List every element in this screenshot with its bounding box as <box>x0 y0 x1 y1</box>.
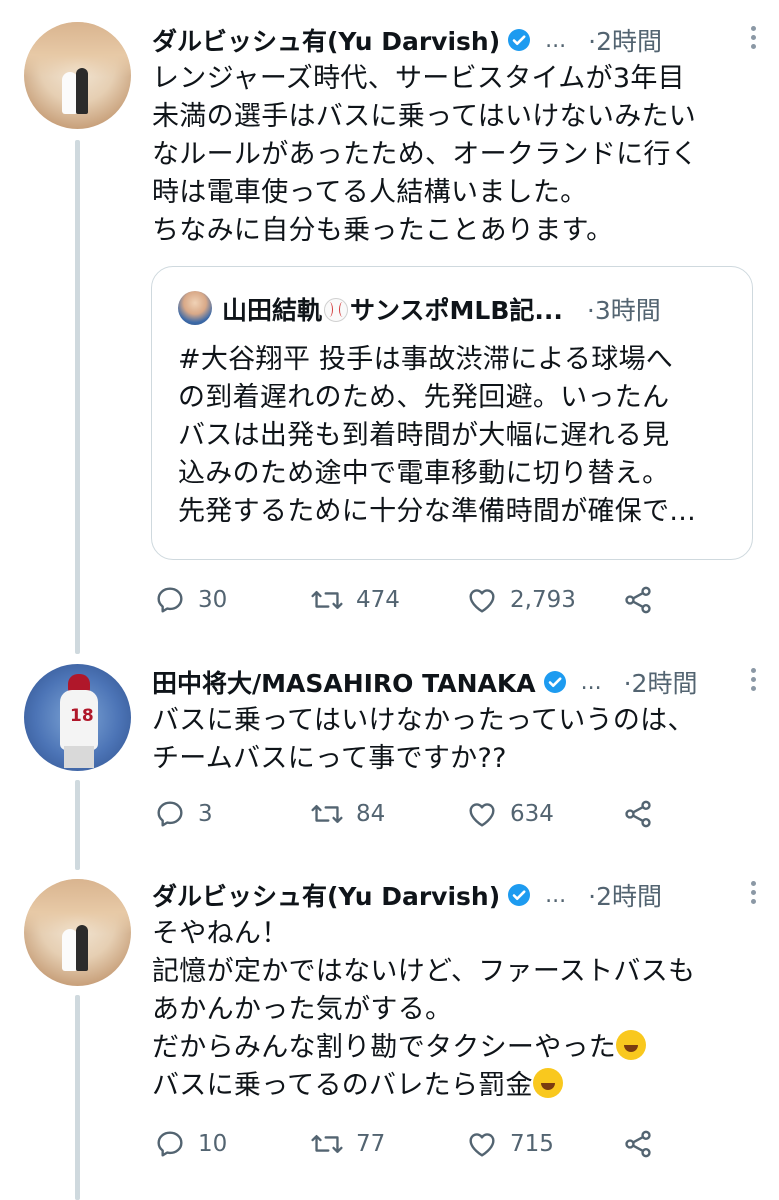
share-icon <box>622 584 654 616</box>
text-span: だからみんな割り勘でタクシーやった <box>152 1032 617 1063</box>
retweet-button[interactable]: 474 <box>310 584 400 616</box>
jersey-number: 18 <box>70 706 94 726</box>
avatar[interactable]: 18 <box>24 664 131 771</box>
timestamp[interactable]: ·2時間 <box>624 664 698 700</box>
like-button[interactable]: 2,793 <box>466 584 576 616</box>
like-button[interactable]: 634 <box>466 798 554 830</box>
heart-icon <box>466 798 498 830</box>
reply-button[interactable]: 10 <box>154 1128 227 1160</box>
baseball-icon <box>324 298 349 322</box>
text-line: バスに乗ってはいけなかったっていうのは、 <box>152 705 695 736</box>
quoted-header: 山田結軌 サンスポMLB記... ·3時間 <box>222 289 661 329</box>
reply-count: 3 <box>198 801 213 827</box>
tweet-text: そやねん！ 記憶が定かではないけど、ファーストバスも あかんかった気がする。 だ… <box>152 915 752 1105</box>
reply-count: 30 <box>198 587 228 613</box>
display-name[interactable]: 田中将大/MASAHIRO TANAKA <box>152 664 536 700</box>
avatar[interactable] <box>24 879 131 986</box>
retweet-count: 77 <box>356 1131 386 1157</box>
quoted-text: #大谷翔平 投手は事故渋滞による球場へ の到着遅れのため、先発回避。いったん バ… <box>178 341 696 531</box>
text-line: ちなみに自分も乗ったことあります。 <box>152 215 614 246</box>
quoted-name-part: 山田結軌 <box>222 296 323 325</box>
like-count: 2,793 <box>510 587 576 613</box>
retweet-count: 84 <box>356 801 386 827</box>
quoted-tweet[interactable]: 山田結軌 サンスポMLB記... ·3時間 #大谷翔平 投手は事故渋滞による球場へ… <box>151 266 753 560</box>
avatar-figure <box>76 68 88 114</box>
like-count: 634 <box>510 801 554 827</box>
heart-icon <box>466 584 498 616</box>
share-button[interactable] <box>622 1128 654 1160</box>
avatar[interactable] <box>24 22 131 129</box>
text-line: 記憶が定かではないけど、ファーストバスも <box>152 956 696 987</box>
retweet-count: 474 <box>356 587 400 613</box>
quoted-display-name: 山田結軌 サンスポMLB記... <box>222 291 563 327</box>
reply-count: 10 <box>198 1131 228 1157</box>
handle-ellipsis: ... <box>545 882 567 908</box>
tears-of-joy-emoji-icon <box>532 1068 563 1098</box>
more-options-icon[interactable] <box>751 668 757 691</box>
tweet-header: 田中将大/MASAHIRO TANAKA ... ·2時間 <box>152 662 752 702</box>
tweet-text: バスに乗ってはいけなかったっていうのは、 チームバスにって事ですか?? <box>152 702 752 778</box>
verified-icon <box>507 883 531 907</box>
like-count: 715 <box>510 1131 554 1157</box>
verified-icon <box>543 670 567 694</box>
more-options-icon[interactable] <box>751 26 757 49</box>
tweet[interactable]: 18 田中将大/MASAHIRO TANAKA ... ·2時間 バスに乗っては… <box>0 650 779 865</box>
action-bar: 3 84 634 <box>152 798 672 834</box>
share-button[interactable] <box>622 798 654 830</box>
reply-icon <box>154 798 186 830</box>
action-bar: 10 77 715 <box>152 1128 672 1164</box>
text-line: 未満の選手はバスに乗ってはいけないみたい <box>152 101 697 132</box>
text-line: 時は電車使ってる人結構いました。 <box>152 177 588 208</box>
text-line: の到着遅れのため、先発回避。いったん <box>178 382 670 413</box>
timestamp[interactable]: ·2時間 <box>588 22 662 58</box>
reply-button[interactable]: 30 <box>154 584 227 616</box>
text-line: 先発するために十分な準備時間が確保で... <box>178 496 697 527</box>
display-name[interactable]: ダルビッシュ有(Yu Darvish) <box>152 22 500 58</box>
text-line: なルールがあったため、オークランドに行く <box>152 139 698 170</box>
tweet[interactable]: ダルビッシュ有(Yu Darvish) ... ·2時間 そやねん！ 記憶が定か… <box>0 865 779 1200</box>
text-line: バスは出発も到着時間が大幅に遅れる見 <box>178 420 670 451</box>
tweet[interactable]: ダルビッシュ有(Yu Darvish) ... ·2時間 レンジャーズ時代、サー… <box>0 0 779 650</box>
more-options-icon[interactable] <box>751 881 757 904</box>
tears-of-joy-emoji-icon <box>616 1030 647 1060</box>
action-bar: 30 474 2,793 <box>152 584 672 620</box>
text-line: だからみんな割り勘でタクシーやった <box>152 1029 752 1067</box>
heart-icon <box>466 1128 498 1160</box>
text-line: チームバスにって事ですか?? <box>152 743 507 774</box>
tweet-header: ダルビッシュ有(Yu Darvish) ... ·2時間 <box>152 20 752 60</box>
avatar-figure <box>76 925 88 971</box>
avatar-figure <box>64 746 94 768</box>
verified-icon <box>507 28 531 52</box>
quoted-name-part: サンスポMLB記... <box>350 296 563 325</box>
text-line: あかんかった気がする。 <box>152 994 453 1025</box>
like-button[interactable]: 715 <box>466 1128 554 1160</box>
display-name[interactable]: ダルビッシュ有(Yu Darvish) <box>152 877 500 913</box>
handle-ellipsis: ... <box>545 27 567 53</box>
text-line: バスに乗ってるのバレたら罰金 <box>152 1067 752 1105</box>
timestamp[interactable]: ·2時間 <box>588 877 662 913</box>
text-span: バスに乗ってるのバレたら罰金 <box>152 1070 533 1101</box>
retweet-icon <box>310 798 344 830</box>
text-line: レンジャーズ時代、サービスタイムが3年目 <box>152 63 685 94</box>
text-line: 込みのため途中で電車移動に切り替え。 <box>178 458 670 489</box>
retweet-icon <box>310 1128 344 1160</box>
text-line: そやねん！ <box>152 918 289 949</box>
share-icon <box>622 798 654 830</box>
share-icon <box>622 1128 654 1160</box>
reply-button[interactable]: 3 <box>154 798 213 830</box>
text-line: #大谷翔平 投手は事故渋滞による球場へ <box>178 344 674 375</box>
quoted-timestamp: ·3時間 <box>586 296 661 325</box>
tweet-header: ダルビッシュ有(Yu Darvish) ... ·2時間 <box>152 875 752 915</box>
handle-ellipsis: ... <box>580 669 602 695</box>
tweet-text: レンジャーズ時代、サービスタイムが3年目 未満の選手はバスに乗ってはいけないみた… <box>152 60 752 250</box>
reply-icon <box>154 1128 186 1160</box>
retweet-button[interactable]: 84 <box>310 798 385 830</box>
share-button[interactable] <box>622 584 654 616</box>
retweet-button[interactable]: 77 <box>310 1128 385 1160</box>
reply-icon <box>154 584 186 616</box>
retweet-icon <box>310 584 344 616</box>
quoted-avatar <box>178 291 212 325</box>
